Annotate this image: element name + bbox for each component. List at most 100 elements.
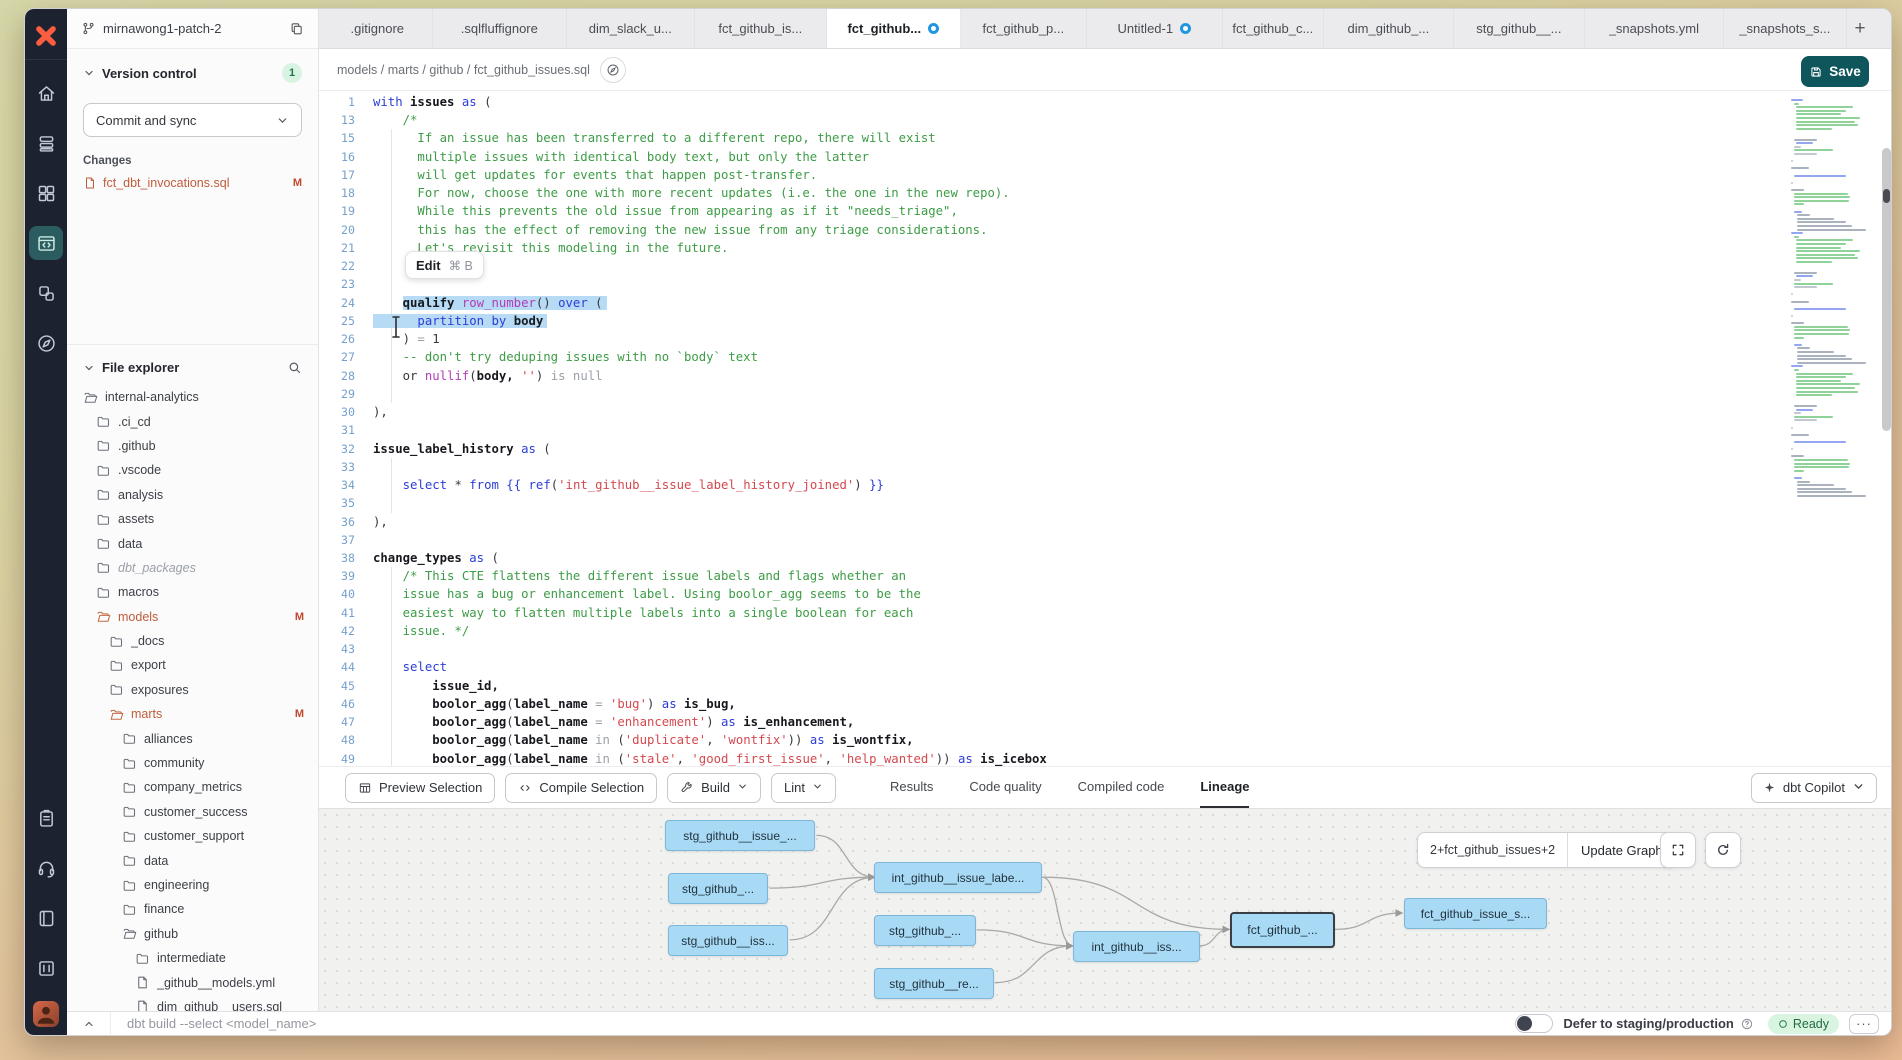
tree-item-.vscode[interactable]: .vscode: [67, 458, 318, 482]
tree-item-data[interactable]: data: [67, 531, 318, 555]
tree-item-customer_support[interactable]: customer_support: [67, 824, 318, 848]
lineage-node-stg_github__iss[interactable]: stg_github__iss...: [668, 925, 788, 956]
tree-item-_docs[interactable]: _docs: [67, 629, 318, 653]
panel-tab-results[interactable]: Results: [890, 767, 933, 808]
tab-.sqlfluffignore[interactable]: .sqlfluffignore: [433, 9, 567, 48]
tab-dim_github_...[interactable]: dim_github_...: [1324, 9, 1454, 48]
preview-selection-button[interactable]: Preview Selection: [345, 773, 495, 803]
tree-item-assets[interactable]: assets: [67, 507, 318, 531]
overflow-menu-button[interactable]: ···: [1849, 1014, 1879, 1034]
defer-toggle[interactable]: [1515, 1014, 1553, 1033]
environments-icon[interactable]: [29, 126, 63, 160]
tree-item-intermediate[interactable]: intermediate: [67, 946, 318, 970]
lineage-node-int_github__iss[interactable]: int_github__iss...: [1073, 931, 1200, 962]
tree-item-data[interactable]: data: [67, 848, 318, 872]
scrollbar-thumb[interactable]: [1883, 189, 1890, 203]
orchestration-icon[interactable]: [29, 276, 63, 310]
tree-item-_github__models.yml[interactable]: _github__models.yml: [67, 970, 318, 994]
tree-item-macros[interactable]: macros: [67, 580, 318, 604]
minimap-line: [1794, 459, 1848, 461]
tab-stg_github__...[interactable]: stg_github__...: [1454, 9, 1585, 48]
tree-item-alliances[interactable]: alliances: [67, 726, 318, 750]
folder-icon: [122, 731, 144, 746]
code-editor[interactable]: Edit ⌘ B 1with issues as (13 /*15 If an …: [319, 91, 1892, 766]
panel-tab-compiled-code[interactable]: Compiled code: [1078, 767, 1165, 808]
refresh-button[interactable]: [1705, 832, 1741, 868]
file-explorer-header[interactable]: File explorer: [83, 360, 302, 375]
code-editor-icon[interactable]: [29, 226, 63, 260]
tree-item-github[interactable]: github: [67, 922, 318, 946]
dashboard-icon[interactable]: [29, 176, 63, 210]
tab-_snapshots.yml[interactable]: _snapshots.yml: [1585, 9, 1723, 48]
lineage-node-stg_github_[interactable]: stg_github_...: [874, 915, 976, 946]
tree-item-.github[interactable]: .github: [67, 434, 318, 458]
panel-tab-lineage[interactable]: Lineage: [1200, 767, 1249, 808]
lineage-node-fct_github_[interactable]: fct_github_...: [1230, 912, 1335, 948]
tree-item-exposures[interactable]: exposures: [67, 678, 318, 702]
changed-file-row[interactable]: fct_dbt_invocations.sql M: [83, 176, 302, 190]
tree-item-analysis[interactable]: analysis: [67, 483, 318, 507]
code-line-36: 36),: [319, 513, 1892, 531]
reference-icon[interactable]: [29, 951, 63, 985]
tab-fct_github_c...[interactable]: fct_github_c...: [1223, 9, 1325, 48]
lineage-node-stg_github__issue_[interactable]: stg_github__issue_...: [665, 820, 815, 851]
dbt-copilot-button[interactable]: dbt Copilot: [1751, 773, 1877, 803]
version-control-header[interactable]: Version control 1: [83, 63, 302, 83]
tree-item-finance[interactable]: finance: [67, 897, 318, 921]
edit-tooltip-button[interactable]: Edit ⌘ B: [405, 251, 484, 279]
editor-scrollbar[interactable]: [1882, 148, 1891, 431]
tree-item-.ci_cd[interactable]: .ci_cd: [67, 409, 318, 433]
lineage-node-fct_github_issue_s[interactable]: fct_github_issue_s...: [1404, 898, 1547, 929]
lineage-node-int_github__issue_labe[interactable]: int_github__issue_labe...: [874, 862, 1042, 893]
indent-guide: [391, 257, 392, 275]
tree-item-export[interactable]: export: [67, 653, 318, 677]
save-button[interactable]: Save: [1801, 56, 1869, 87]
lineage-node-stg_github_[interactable]: stg_github_...: [668, 873, 768, 904]
lineage-selector-input[interactable]: 2+fct_github_issues+2: [1418, 833, 1568, 867]
tab-.gitignore[interactable]: .gitignore: [323, 9, 433, 48]
lineage-node-stg_github__re[interactable]: stg_github__re...: [874, 968, 994, 999]
folder-icon: [96, 512, 118, 527]
minimap-line: [1794, 477, 1802, 479]
home-icon[interactable]: [29, 76, 63, 110]
docs-icon[interactable]: [29, 901, 63, 935]
tree-item-customer_success[interactable]: customer_success: [67, 800, 318, 824]
help-icon[interactable]: [1740, 1017, 1754, 1031]
tab-fct_github_p...[interactable]: fct_github_p...: [961, 9, 1088, 48]
code-minimap[interactable]: [1791, 99, 1877, 659]
code-text: multiple issues with identical body text…: [373, 148, 869, 166]
tree-item-models[interactable]: modelsM: [67, 605, 318, 629]
tree-item-community[interactable]: community: [67, 751, 318, 775]
status-badge[interactable]: Ready: [1768, 1014, 1839, 1034]
git-branch-selector[interactable]: mirnawong1-patch-2: [67, 9, 318, 49]
dbt-logo-icon[interactable]: [33, 23, 59, 49]
tab-fct_github...[interactable]: fct_github...: [827, 9, 960, 48]
explore-icon[interactable]: [29, 326, 63, 360]
tree-item-company_metrics[interactable]: company_metrics: [67, 775, 318, 799]
fullscreen-button[interactable]: [1660, 832, 1696, 868]
command-bar-expand-button[interactable]: [67, 1012, 111, 1035]
tab-dim_slack_u...[interactable]: dim_slack_u...: [567, 9, 695, 48]
copy-branch-icon[interactable]: [289, 21, 304, 36]
tree-item-internal-analytics[interactable]: internal-analytics: [67, 385, 318, 409]
sparkle-icon: [1763, 781, 1776, 794]
search-icon[interactable]: [287, 360, 302, 375]
command-input[interactable]: dbt build --select <model_name>: [127, 1016, 1515, 1031]
tab-Untitled-1[interactable]: Untitled-1: [1087, 9, 1222, 48]
indent-guide: [391, 275, 392, 293]
new-tab-button[interactable]: +: [1847, 16, 1873, 42]
tree-item-dbt_packages[interactable]: dbt_packages: [67, 556, 318, 580]
tree-item-engineering[interactable]: engineering: [67, 873, 318, 897]
notes-icon[interactable]: [29, 801, 63, 835]
tab-_snapshots_s...[interactable]: _snapshots_s...: [1724, 9, 1848, 48]
support-icon[interactable]: [29, 851, 63, 885]
tab-fct_github_is...[interactable]: fct_github_is...: [695, 9, 827, 48]
panel-tab-code-quality[interactable]: Code quality: [969, 767, 1041, 808]
file-info-icon[interactable]: [600, 57, 626, 83]
tree-item-marts[interactable]: martsM: [67, 702, 318, 726]
lint-button[interactable]: Lint: [771, 773, 836, 803]
user-avatar[interactable]: [33, 1001, 59, 1027]
compile-selection-button[interactable]: Compile Selection: [505, 773, 657, 803]
build-button[interactable]: Build: [667, 773, 761, 803]
commit-and-sync-button[interactable]: Commit and sync: [83, 103, 302, 137]
